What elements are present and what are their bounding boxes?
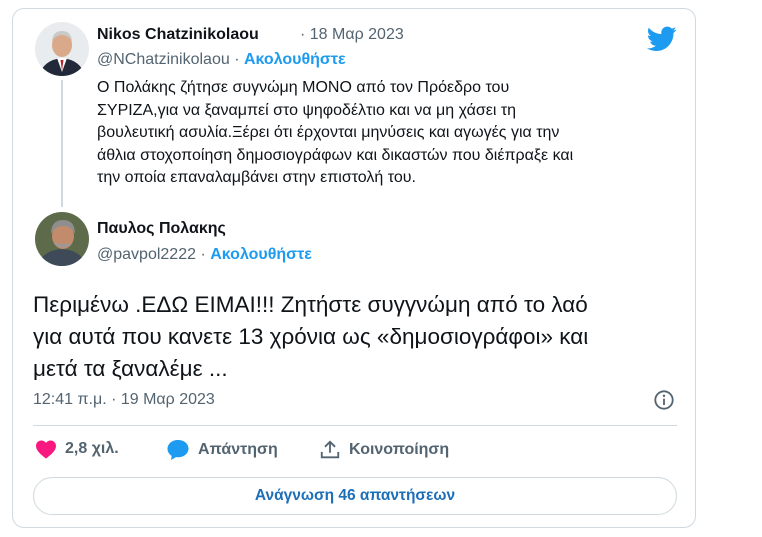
reply-author-name[interactable]: Παυλος Πολακης	[97, 220, 226, 238]
separator-dot: ·	[234, 51, 240, 68]
quoted-date[interactable]: · 18 Μαρ 2023	[300, 26, 404, 44]
quoted-line: ΣΥΡΙΖΑ,για να ξαναμπεί στο ψηφοδέλτιο κα…	[97, 101, 517, 119]
quoted-line: Ο Πολάκης ζήτησε συγνώμη ΜΟΝΟ από τον Πρ…	[97, 79, 510, 96]
quoted-line: την οποία επαναλαμβάνει στην επιστολή το…	[97, 169, 416, 186]
heart-icon	[36, 440, 56, 459]
tweet-embed-card: Nikos Chatzinikolaou · 18 Μαρ 2023 @NCha…	[12, 8, 696, 528]
thread-connector-line	[61, 80, 63, 207]
follow-nikos-link[interactable]: Ακολουθήστε	[244, 51, 346, 68]
reply-tweet-text: Περιμένω .ΕΔΩ ΕΙΜΑΙ!!! Ζητήστε συγγνώμη …	[33, 289, 673, 385]
twitter-bird-icon[interactable]	[647, 26, 677, 52]
share-icon	[320, 440, 340, 459]
follow-pavlos-link[interactable]: Ακολουθήστε	[210, 246, 312, 263]
like-button[interactable]: 2,8 χιλ.	[35, 439, 119, 459]
reply-line: μετά τα ξαναλέμε ...	[33, 356, 228, 381]
like-count: 2,8 χιλ.	[65, 440, 119, 457]
share-button[interactable]: Κοινοποίηση	[319, 439, 449, 461]
quoted-line: άθλια στοχοποίηση δημοσιογράφων και δικα…	[97, 146, 574, 164]
divider	[33, 425, 677, 426]
share-label: Κοινοποίηση	[349, 441, 450, 458]
avatar-nikos[interactable]	[35, 22, 89, 76]
quoted-author-name[interactable]: Nikos Chatzinikolaou	[97, 26, 259, 44]
quoted-line: βουλευτική ασυλία.Ξέρει ότι έρχονται μην…	[97, 124, 560, 141]
quoted-handle[interactable]: @NChatzinikolaou	[97, 51, 230, 68]
read-replies-button[interactable]: Ανάγνωση 46 απαντήσεων	[33, 477, 677, 515]
tweet-timestamp[interactable]: 12:41 π.μ. · 19 Μαρ 2023	[33, 391, 215, 409]
quoted-tweet-text: Ο Πολάκης ζήτησε συγνώμη ΜΟΝΟ από τον Πρ…	[97, 77, 687, 190]
reply-handle[interactable]: @pavpol2222	[97, 246, 196, 263]
reply-line: Περιμένω .ΕΔΩ ΕΙΜΑΙ!!! Ζητήστε συγγνώμη …	[33, 292, 588, 317]
avatar-pavlos[interactable]	[35, 212, 89, 266]
reply-label: Απάντηση	[198, 441, 278, 458]
info-icon[interactable]	[653, 389, 675, 411]
reply-button[interactable]: Απάντηση	[166, 439, 278, 461]
separator-dot: ·	[200, 246, 206, 263]
reply-bubble-icon	[167, 440, 189, 460]
reply-line: για αυτά που κανετε 13 χρόνια ως «δημοσι…	[33, 324, 589, 349]
